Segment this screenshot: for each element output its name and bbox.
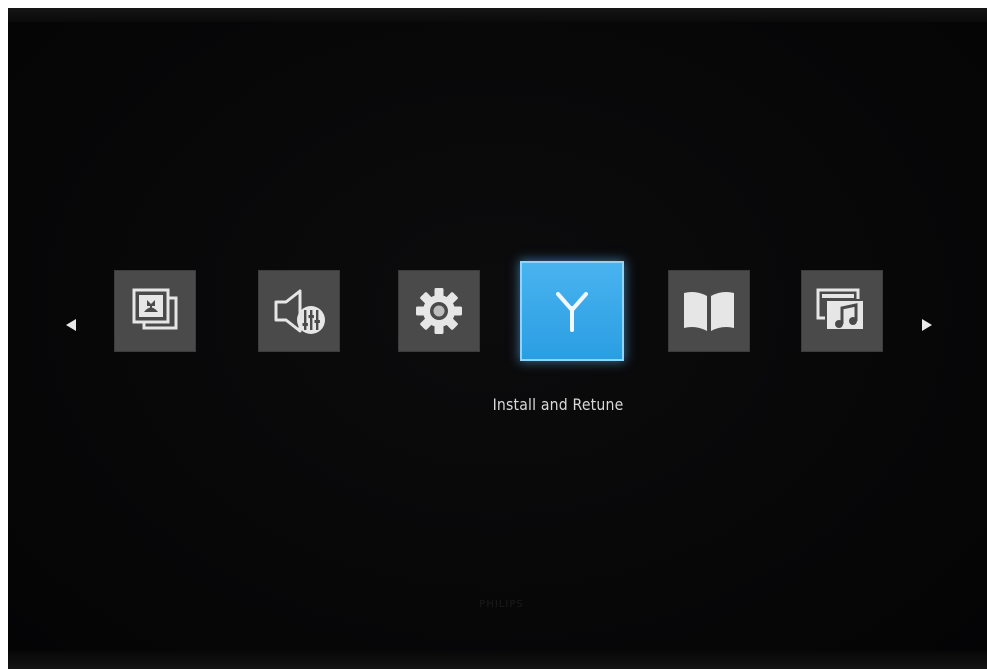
menu-tile-sound[interactable]	[258, 270, 340, 352]
brand-logo: PHILIPS	[479, 599, 524, 610]
scroll-left-arrow[interactable]	[64, 315, 78, 335]
media-screen-music-icon	[814, 286, 870, 336]
menu-tile-picture[interactable]	[114, 270, 196, 352]
picture-icon	[128, 286, 182, 336]
menu-tile-settings[interactable]	[398, 270, 480, 352]
gear-icon	[413, 285, 465, 337]
menu-tile-media[interactable]	[801, 270, 883, 352]
screen-top-edge	[8, 8, 987, 22]
antenna-icon	[550, 288, 594, 334]
screen-bottom-edge	[8, 651, 987, 669]
tv-screen: Install and Retune PHILIPS	[8, 8, 987, 669]
selected-item-label: Install and Retune	[492, 395, 624, 414]
menu-tile-help[interactable]	[668, 270, 750, 352]
speaker-equalizer-icon	[270, 286, 328, 336]
scroll-right-arrow[interactable]	[920, 315, 934, 335]
open-book-icon	[680, 289, 738, 333]
menu-tile-install-and-retune[interactable]	[522, 263, 622, 359]
triangle-left-icon	[65, 318, 77, 332]
triangle-right-icon	[921, 318, 933, 332]
